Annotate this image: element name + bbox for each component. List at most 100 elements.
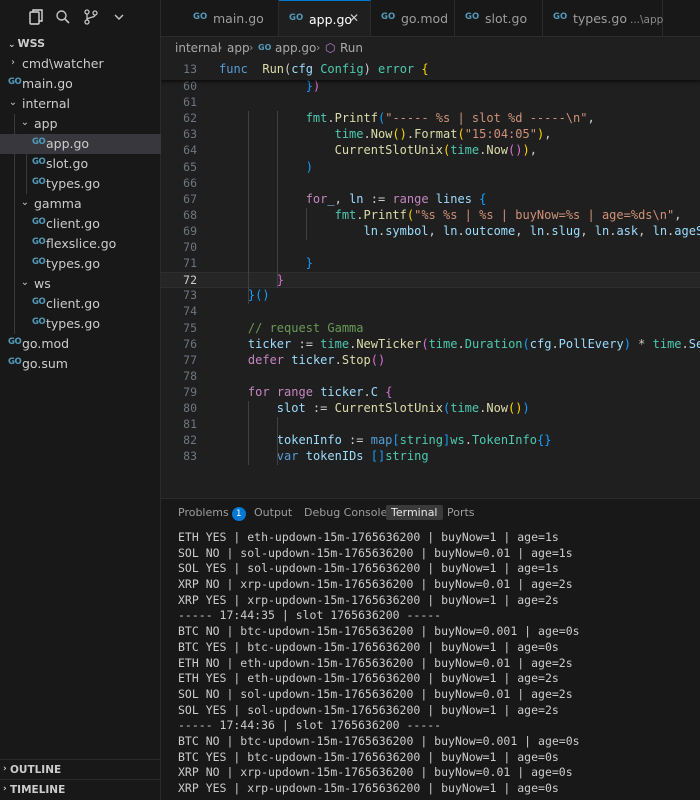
tree-file-app-go[interactable]: GO app.go — [0, 134, 161, 154]
code-token: Now — [486, 143, 509, 158]
code-line[interactable]: 74 — [161, 304, 700, 320]
code-token: string — [399, 433, 444, 448]
code-line[interactable]: 71 } — [161, 256, 700, 272]
code-line[interactable]: 66 — [161, 176, 700, 192]
tree-file-main-go[interactable]: GO main.go — [0, 74, 161, 94]
tree-folder-internal[interactable]: ⌄ internal — [0, 94, 161, 114]
problems-count-badge: 1 — [231, 507, 246, 521]
code-token: slot — [276, 401, 306, 415]
tree-folder-ws[interactable]: ⌄ ws — [0, 274, 161, 294]
tree-file-client-go[interactable]: GO client.go — [0, 294, 161, 314]
code-line[interactable]: 77 defer ticker.Stop() — [161, 353, 700, 369]
code-line[interactable]: 83 var tokenIDs []string — [161, 449, 700, 465]
panel-tab-ports[interactable]: Ports — [447, 506, 475, 519]
code-line[interactable]: 64 CurrentSlotUnix(time.Now()), — [161, 143, 700, 159]
method-cube-icon: ⬡ — [325, 41, 336, 55]
code-line[interactable]: 67 for_, ln := range lines { — [161, 192, 700, 208]
panel-tab-problems[interactable]: Problems 1 — [178, 506, 246, 521]
source-control-icon[interactable] — [82, 8, 100, 26]
code-token: ( — [522, 336, 530, 351]
go-file-icon: GO — [8, 337, 22, 347]
tree-folder-gamma[interactable]: ⌄ gamma — [0, 194, 161, 214]
panel-tab-terminal[interactable]: Terminal — [386, 505, 443, 520]
go-file-icon: GO — [32, 137, 46, 147]
close-icon[interactable]: ✕ — [349, 11, 359, 25]
explorer-root-folder[interactable]: ⌄ WSS — [8, 37, 45, 50]
tree-item-label: app — [34, 116, 58, 131]
code-line[interactable]: 69 ln.symbol, ln.outcome, ln.slug, ln.as… — [161, 224, 700, 240]
tab-go-mod[interactable]: GO go.mod — [371, 0, 455, 36]
breadcrumb-item-file[interactable]: app.go — [275, 41, 316, 55]
tree-item-label: client.go — [46, 216, 100, 231]
code-line[interactable]: 65 ) — [161, 160, 700, 176]
code-token: := — [341, 433, 371, 448]
panel-tab-output[interactable]: Output — [254, 506, 292, 519]
tree-file-client-go[interactable]: GO client.go — [0, 214, 161, 234]
code-token: . — [334, 352, 342, 367]
code-token: Printf — [363, 207, 407, 222]
code-line[interactable]: 81 — [161, 417, 700, 433]
code-token: cfg — [529, 336, 552, 351]
line-number: 81 — [183, 417, 197, 432]
go-file-icon: GO — [258, 43, 272, 52]
tree-file-go-mod[interactable]: GO go.mod — [0, 334, 161, 354]
code-token: ) — [305, 159, 313, 174]
files-icon[interactable] — [27, 8, 45, 26]
tab-types-go[interactable]: GO types.go ...\app — [543, 0, 663, 36]
line-number: 82 — [183, 433, 197, 448]
tab-file-name: app.go — [309, 12, 353, 27]
tree-file-go-sum[interactable]: GO go.sum — [0, 354, 161, 374]
chevron-down-icon: ⌄ — [20, 277, 30, 288]
sticky-scroll-line[interactable]: 13 func Run(cfg Config) error { — [161, 59, 700, 80]
tree-item-label: client.go — [46, 296, 100, 311]
breadcrumb-item-app[interactable]: app — [227, 41, 250, 55]
code-line[interactable]: 62 fmt.Printf("----- %s | slot %d -----\… — [161, 111, 700, 127]
code-line[interactable]: 78 — [161, 369, 700, 385]
code-token: fmt — [305, 111, 328, 126]
code-line[interactable]: 79 for range ticker.C { — [161, 385, 700, 401]
code-line[interactable]: 73 }() — [161, 288, 700, 304]
panel-tab-debug-console[interactable]: Debug Console — [304, 506, 387, 519]
code-token: ln — [594, 223, 610, 238]
code-token: } — [305, 256, 313, 271]
chevron-right-icon: › — [11, 57, 15, 68]
code-line[interactable]: 61 — [161, 95, 700, 111]
code-line[interactable]: 60 }) — [161, 79, 700, 95]
indent-guide — [276, 417, 278, 466]
code-line[interactable]: 76 ticker := time.NewTicker(time.Duratio… — [161, 337, 700, 353]
breadcrumb-item-internal[interactable]: internal — [175, 41, 221, 55]
code-token: ticker — [247, 336, 292, 351]
code-editor[interactable]: 13 func Run(cfg Config) error { 60 }) 61 6… — [161, 59, 700, 498]
tab-main-go[interactable]: GO main.go — [183, 0, 279, 36]
tree-file-slot-go[interactable]: GO slot.go — [0, 154, 161, 174]
timeline-pane-header[interactable]: › TIMELINE — [0, 779, 161, 799]
go-file-icon: GO — [553, 12, 568, 22]
code-line[interactable]: 75 // request Gamma — [161, 321, 700, 337]
tree-file-flexslice-go[interactable]: GO flexslice.go — [0, 234, 161, 254]
code-line[interactable]: 72 } — [161, 272, 700, 289]
search-icon[interactable] — [54, 8, 72, 26]
code-line[interactable]: 68 fmt.Printf("%s %s | %s | buyNow=%s | … — [161, 208, 700, 224]
code-token: Second — [688, 336, 700, 351]
breadcrumb-item-symbol[interactable]: Run — [340, 41, 363, 55]
code-line[interactable]: 70 — [161, 240, 700, 256]
tree-file-types-go[interactable]: GO types.go — [0, 254, 161, 274]
terminal-output[interactable]: ETH YES | eth-updown-15m-1765636200 | bu… — [178, 530, 698, 797]
chevron-down-icon[interactable] — [110, 8, 128, 26]
code-token: for — [247, 384, 270, 399]
tree-file-types-go[interactable]: GO types.go — [0, 314, 161, 334]
outline-pane-header[interactable]: › OUTLINE — [0, 759, 161, 779]
tree-file-types-go[interactable]: GO types.go — [0, 174, 161, 194]
tab-slot-go[interactable]: GO slot.go — [455, 0, 543, 36]
tree-folder-cmd-watcher[interactable]: › cmd\watcher — [0, 54, 161, 74]
code-line[interactable]: 63 time.Now().Format("15:04:05"), — [161, 127, 700, 143]
code-line[interactable]: 82 tokenInfo := map[string]ws.TokenInfo{… — [161, 433, 700, 449]
line-number: 68 — [183, 207, 197, 222]
tab-app-go[interactable]: GO app.go ✕ — [279, 0, 371, 36]
code-line[interactable]: 80 slot := CurrentSlotUnix(time.Now()) — [161, 401, 700, 417]
chevron-right-icon: › — [3, 784, 7, 794]
code-token: time — [428, 336, 458, 351]
tree-folder-app[interactable]: ⌄ app — [0, 114, 161, 134]
explorer-sidebar: ⌄ WSS › cmd\watcher GO main.go ⌄ internal ⌄ app G… — [0, 0, 161, 800]
code-line-text: func Run(cfg Config) error { — [219, 62, 429, 76]
